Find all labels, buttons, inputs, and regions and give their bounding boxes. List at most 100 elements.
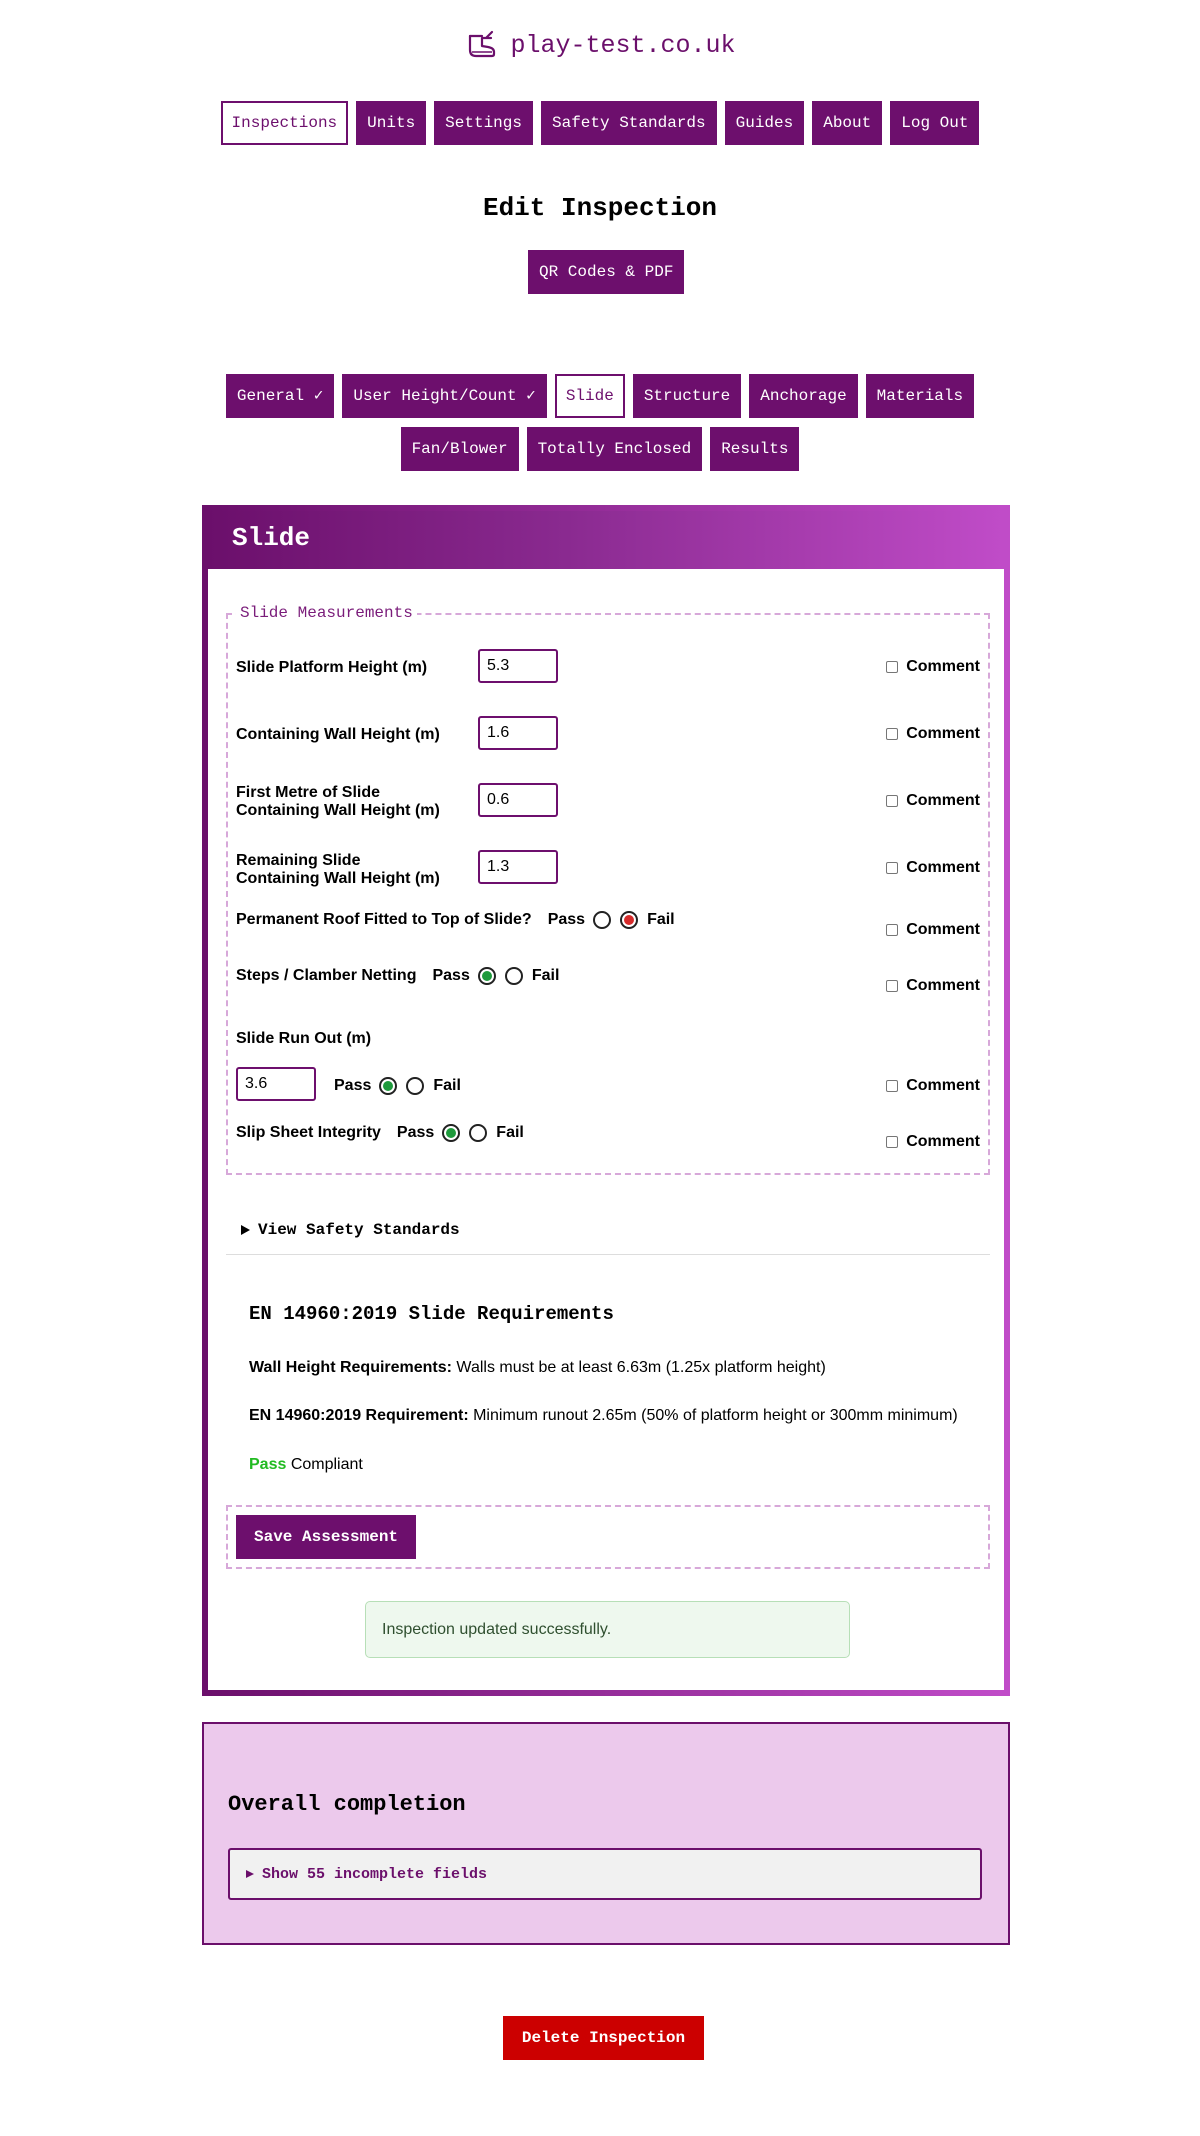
slip-sheet-comment[interactable]: Comment [886, 1133, 980, 1151]
steps-pass-label: Pass [432, 967, 470, 984]
tab-user-height-count[interactable]: User Height/Count ✓ [342, 374, 547, 418]
nav-log-out[interactable]: Log Out [890, 101, 980, 145]
run-out-comment[interactable]: Comment [886, 1077, 980, 1095]
steps-label: Steps / Clamber Netting [236, 967, 417, 984]
compliance-status-badge: Pass [249, 1456, 287, 1473]
view-safety-standards-toggle[interactable]: View Safety Standards [241, 1221, 460, 1239]
divider [226, 1254, 990, 1255]
remaining-wall-comment[interactable]: Comment [886, 859, 980, 877]
first-metre-label-line-2: Containing Wall Height (m) [236, 802, 440, 819]
wall-height-requirement: Wall Height Requirements: Walls must be … [249, 1359, 826, 1377]
qr-codes-pdf-button[interactable]: QR Codes & PDF [528, 250, 684, 294]
wall-height-comment[interactable]: Comment [886, 725, 980, 743]
comment-checkbox[interactable] [886, 1080, 899, 1092]
slip-sheet-fail-label: Fail [496, 1124, 524, 1141]
nav-units[interactable]: Units [356, 101, 427, 145]
nav-about[interactable]: About [812, 101, 883, 145]
remaining-wall-label-line-1: Remaining Slide [236, 852, 361, 869]
disclosure-triangle-icon [241, 1225, 250, 1235]
run-out-input[interactable]: 3.6 [236, 1067, 316, 1101]
run-out-pass-radio[interactable] [379, 1077, 398, 1095]
remaining-wall-input[interactable]: 1.3 [478, 850, 558, 884]
run-out-fail-label: Fail [433, 1077, 461, 1094]
slide-measurements-fieldset: Slide Measurements Slide Platform Height… [226, 604, 990, 1175]
comment-checkbox[interactable] [886, 728, 899, 740]
delete-inspection-button[interactable]: Delete Inspection [503, 2016, 704, 2060]
comment-checkbox[interactable] [886, 795, 899, 807]
run-out-pass-label: Pass [334, 1077, 372, 1094]
runout-requirement-text: Minimum runout 2.65m (50% of platform he… [468, 1407, 958, 1424]
slide-panel: Slide Slide Measurements Slide Platform … [202, 505, 1010, 1696]
run-out-fail-radio[interactable] [406, 1077, 425, 1095]
first-metre-label-line-1: First Metre of Slide [236, 784, 381, 801]
comment-checkbox[interactable] [886, 862, 899, 874]
wall-height-input[interactable]: 1.6 [478, 716, 558, 750]
platform-height-input[interactable]: 5.3 [478, 649, 558, 683]
inspection-tabs-row-1: General ✓ User Height/Count ✓ Slide Stru… [0, 374, 1200, 418]
site-title-link[interactable]: play-test.co.uk [510, 31, 735, 60]
shoe-icon [469, 30, 496, 58]
panel-header: Slide [208, 511, 1004, 569]
steps-fail-label: Fail [531, 967, 560, 984]
comment-checkbox[interactable] [886, 1136, 899, 1148]
incomplete-fields-toggle[interactable]: Show 55 incomplete fields [228, 1848, 982, 1900]
tab-materials[interactable]: Materials [865, 374, 975, 418]
first-metre-comment[interactable]: Comment [886, 792, 980, 810]
incomplete-fields-label: Show 55 incomplete fields [262, 1865, 488, 1883]
run-out-label: Slide Run Out (m) [236, 1030, 372, 1047]
roof-label: Permanent Roof Fitted to Top of Slide? [236, 911, 532, 928]
wall-height-requirement-text: Walls must be at least 6.63m (1.25x plat… [451, 1359, 826, 1376]
comment-checkbox[interactable] [886, 980, 899, 992]
comment-label: Comment [906, 1077, 980, 1094]
nav-inspections[interactable]: Inspections [220, 101, 349, 145]
comment-label: Comment [906, 658, 980, 675]
slip-sheet-pass-label: Pass [396, 1124, 435, 1141]
save-assessment-button[interactable]: Save Assessment [236, 1515, 417, 1559]
tab-general[interactable]: General ✓ [225, 374, 335, 418]
nav-settings[interactable]: Settings [434, 101, 533, 145]
nav-guides[interactable]: Guides [724, 101, 805, 145]
steps-fail-radio[interactable] [504, 967, 523, 985]
standards-title: EN 14960:2019 Slide Requirements [249, 1303, 614, 1325]
panel-title: Slide [232, 523, 311, 553]
comment-label: Comment [906, 921, 980, 938]
roof-pass-radio[interactable] [593, 911, 612, 929]
site-header: play-test.co.uk [0, 28, 1200, 62]
completion-title: Overall completion [228, 1792, 466, 1817]
first-metre-input[interactable]: 0.6 [478, 783, 558, 817]
tab-results[interactable]: Results [710, 427, 800, 471]
wall-height-label: Containing Wall Height (m) [236, 726, 440, 743]
comment-label: Comment [906, 977, 980, 994]
roof-comment[interactable]: Comment [886, 921, 980, 939]
comment-checkbox[interactable] [886, 661, 899, 673]
comment-checkbox[interactable] [886, 924, 899, 936]
overall-completion-panel: Overall completion Show 55 incomplete fi… [202, 1722, 1010, 1945]
remaining-wall-label-line-2: Containing Wall Height (m) [236, 870, 440, 887]
runout-requirement: EN 14960:2019 Requirement: Minimum runou… [249, 1407, 958, 1425]
first-metre-label: First Metre of Slide Containing Wall Hei… [236, 784, 440, 820]
platform-height-comment[interactable]: Comment [886, 658, 980, 676]
roof-fail-label: Fail [647, 911, 675, 928]
tab-structure[interactable]: Structure [632, 374, 742, 418]
flash-success-message: Inspection updated successfully. [365, 1601, 850, 1658]
steps-comment[interactable]: Comment [886, 977, 980, 995]
runout-requirement-label: EN 14960:2019 Requirement: [249, 1407, 469, 1424]
tab-totally-enclosed[interactable]: Totally Enclosed [526, 427, 703, 471]
fieldset-legend: Slide Measurements [236, 604, 417, 622]
compliance-status-text: Compliant [286, 1456, 363, 1473]
page-title: Edit Inspection [482, 193, 718, 223]
slip-sheet-fail-radio[interactable] [469, 1124, 488, 1142]
roof-row: Permanent Roof Fitted to Top of Slide? P… [236, 911, 675, 929]
comment-label: Comment [906, 859, 980, 876]
run-out-pass-fail: Pass Fail [334, 1077, 461, 1095]
slip-sheet-pass-radio[interactable] [442, 1124, 461, 1142]
roof-fail-radio[interactable] [620, 911, 639, 929]
comment-label: Comment [906, 1133, 980, 1150]
tab-anchorage[interactable]: Anchorage [749, 374, 858, 418]
inspection-tabs-row-2: Fan/Blower Totally Enclosed Results [0, 427, 1200, 471]
steps-pass-radio[interactable] [477, 967, 496, 985]
tab-slide[interactable]: Slide [554, 374, 625, 418]
disclosure-triangle-icon [246, 1870, 254, 1878]
nav-safety-standards[interactable]: Safety Standards [540, 101, 717, 145]
tab-fan-blower[interactable]: Fan/Blower [400, 427, 519, 471]
